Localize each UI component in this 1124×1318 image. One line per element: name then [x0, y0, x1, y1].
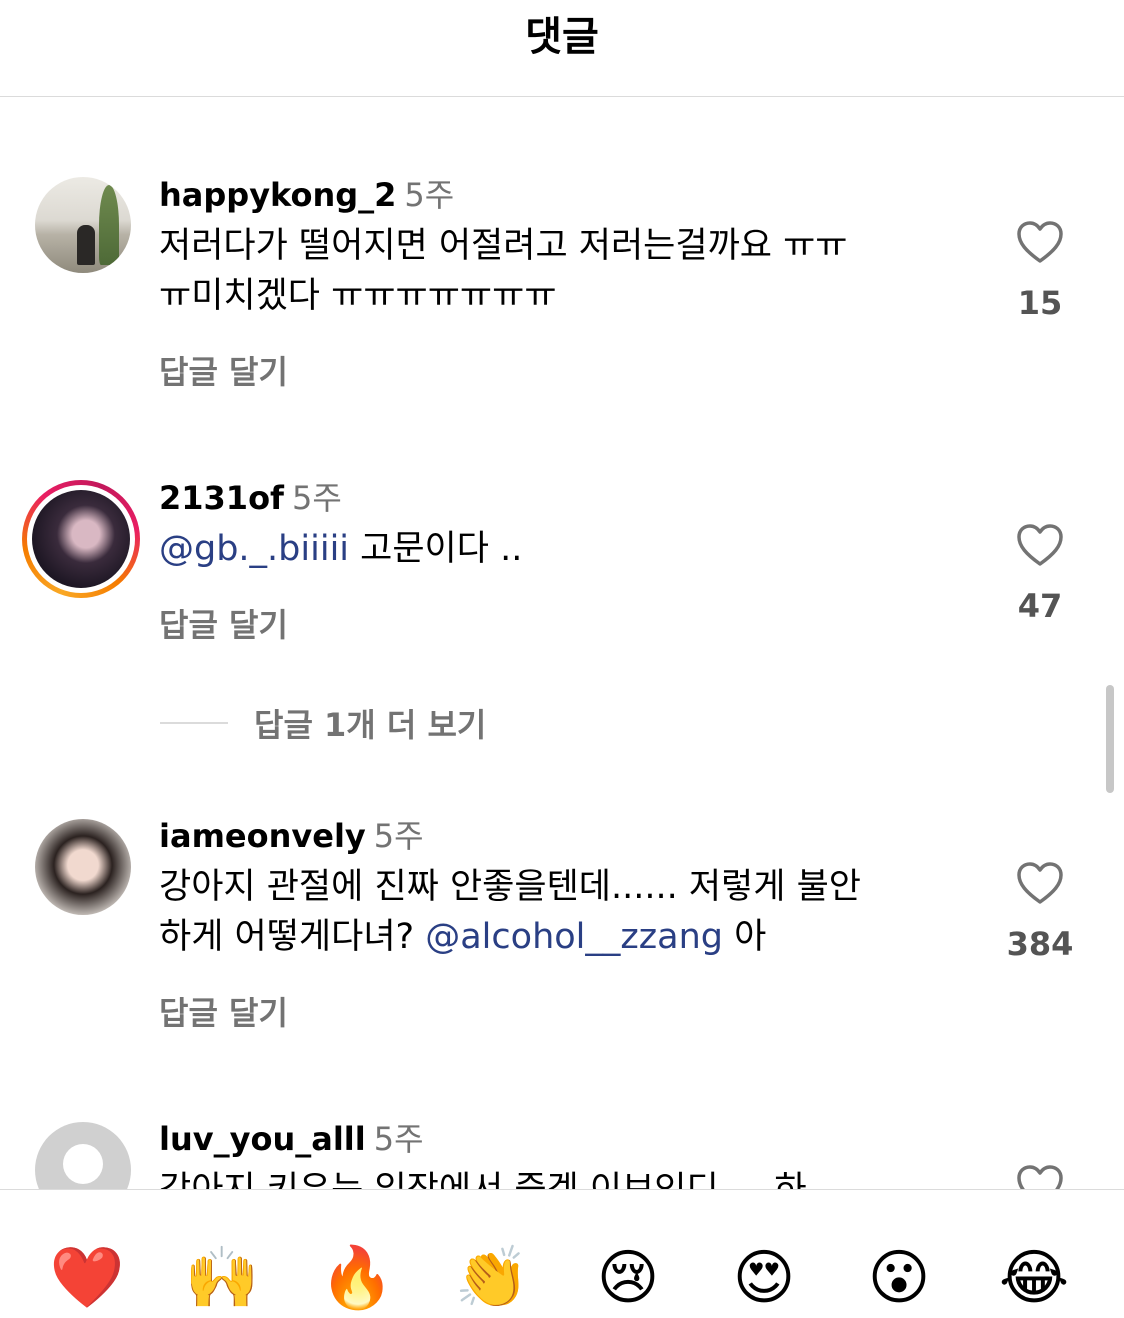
heart-icon[interactable]: [1016, 861, 1064, 905]
username[interactable]: iameonvely: [159, 817, 366, 855]
heart-eyes-icon[interactable]: 😍: [724, 1238, 804, 1318]
avatar[interactable]: [35, 1122, 131, 1189]
tears-of-joy-icon[interactable]: 😂: [994, 1238, 1074, 1318]
comment-text-line: ㅠ미치겠다 ㅠㅠㅠㅠㅠㅠㅠ: [159, 276, 557, 316]
username[interactable]: happykong_2: [159, 176, 396, 214]
timestamp: 5주: [373, 817, 424, 855]
comment-text-line: 저러다가 떨어지면 어절려고 저러는걸까요 ㅠㅠ: [159, 226, 848, 266]
comment-text-line: 강아지 관절에 진짜 안좋을텐데...... 저렇게 불안: [159, 867, 861, 907]
comment-text: @gb._.biiiii 고문이다 ..: [159, 524, 949, 574]
comment-text-line: 하게 어떻게다녀?: [159, 917, 426, 957]
view-replies-label[interactable]: 답글 1개 더 보기: [254, 700, 486, 746]
comment-text: 강아지 관절에 진짜 안좋을텐데...... 저렇게 불안 하게 어떻게다녀? …: [159, 862, 949, 962]
comment-meta: 2131of 5주: [159, 478, 949, 518]
like-control: [1004, 1164, 1076, 1189]
quick-reactions-bar: ❤️ 🙌 🔥 👏 😢 😍 😮 😂: [0, 1189, 1124, 1318]
comment-text-line: 고문이다 ..: [349, 529, 523, 569]
heart-icon[interactable]: [1016, 1164, 1064, 1189]
heart-icon[interactable]: [1016, 523, 1064, 567]
avatar[interactable]: [35, 819, 131, 915]
reply-button[interactable]: 답글 달기: [159, 988, 949, 1034]
like-count: 15: [1017, 284, 1063, 322]
comment-meta: happykong_2 5주: [159, 175, 949, 215]
header: 댓글: [0, 0, 1124, 97]
timestamp: 5주: [373, 1120, 424, 1158]
comments-list[interactable]: happykong_2 5주 저러다가 떨어지면 어절려고 저러는걸까요 ㅠㅠ ㅠ…: [0, 97, 1124, 1189]
view-more-replies[interactable]: 답글 1개 더 보기: [160, 700, 486, 746]
timestamp: 5주: [291, 479, 342, 517]
comment-text-line: 강아지 키우는 입장에서 죽겠 이브인디 ... 하: [159, 1165, 949, 1189]
comment-text: 저러다가 떨어지면 어절려고 저러는걸까요 ㅠㅠ ㅠ미치겠다 ㅠㅠㅠㅠㅠㅠㅠ: [159, 221, 949, 321]
divider: [160, 722, 228, 724]
like-control: 47: [1004, 523, 1076, 625]
heart-icon[interactable]: [1016, 220, 1064, 264]
comment-text-line: 아: [722, 917, 767, 957]
mention-link[interactable]: @gb._.biiiii: [159, 529, 349, 569]
raising-hands-icon[interactable]: 🙌: [182, 1238, 262, 1318]
clapping-hands-icon[interactable]: 👏: [452, 1238, 532, 1318]
like-count: 47: [1017, 587, 1063, 625]
like-control: 384: [1004, 861, 1076, 963]
crying-face-icon[interactable]: 😢: [588, 1238, 668, 1318]
like-control: 15: [1004, 220, 1076, 322]
heart-icon[interactable]: ❤️: [47, 1238, 127, 1318]
username[interactable]: 2131of: [159, 479, 284, 517]
avatar[interactable]: [35, 177, 131, 273]
reply-button[interactable]: 답글 달기: [159, 347, 949, 393]
scrollbar[interactable]: [1106, 685, 1114, 793]
timestamp: 5주: [404, 176, 455, 214]
comment-text: 강아지 키우는 입장에서 죽겠 이브인디 ... 하: [159, 1165, 949, 1189]
like-count: 384: [1006, 925, 1074, 963]
username[interactable]: luv_you_alll: [159, 1120, 366, 1158]
mention-link[interactable]: @alcohol__zzang: [425, 917, 723, 957]
surprised-face-icon[interactable]: 😮: [859, 1238, 939, 1318]
fire-icon[interactable]: 🔥: [317, 1238, 397, 1318]
avatar-image: [32, 490, 130, 588]
page-title: 댓글: [525, 14, 599, 60]
comment-meta: iameonvely 5주: [159, 816, 949, 856]
avatar[interactable]: [22, 480, 140, 598]
reply-button[interactable]: 답글 달기: [159, 600, 949, 646]
comment-meta: luv_you_alll 5주: [159, 1119, 949, 1159]
